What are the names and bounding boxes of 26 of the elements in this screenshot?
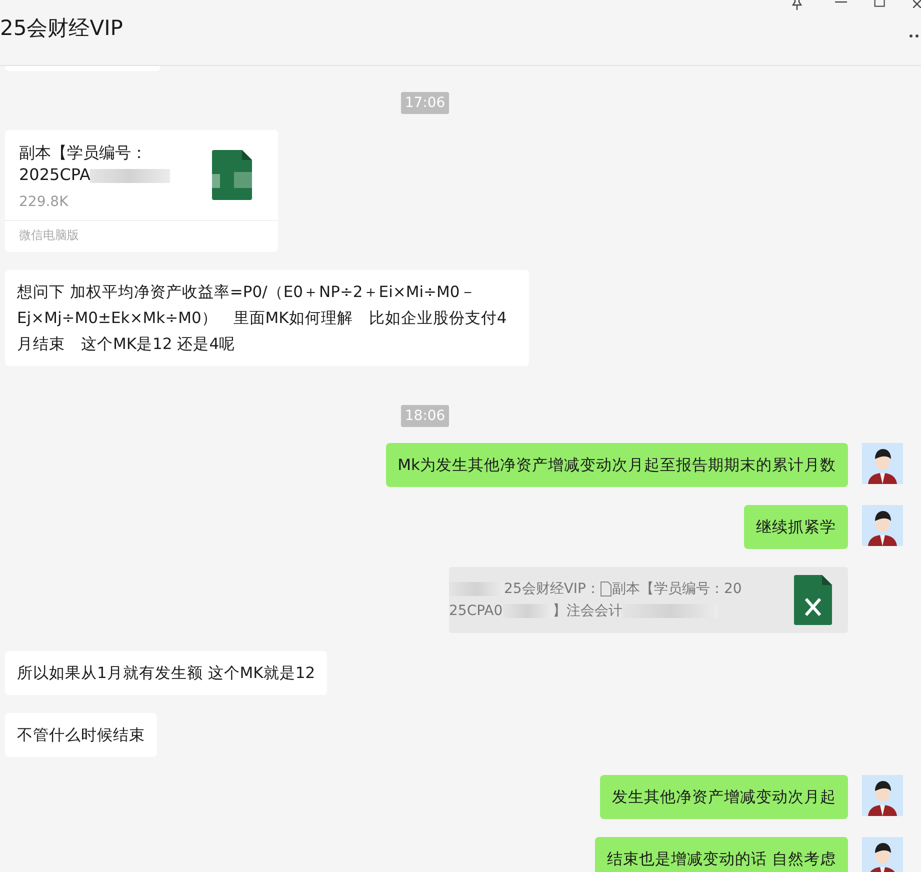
message-bubble: Mk为发生其他净资产增减变动次月起至报告期期末的累计月数	[386, 443, 848, 487]
message-bubble: 所以如果从1月就有发生额 这个MK就是12	[5, 651, 328, 695]
message-bubble: 继续抓紧学	[744, 505, 848, 549]
more-icon[interactable]	[909, 34, 919, 38]
timestamp: 17:06	[400, 92, 450, 114]
avatar-icon	[862, 775, 903, 816]
file-size: 229.8K	[19, 194, 70, 210]
message-bubble: 发生其他净资产增减变动次月起	[600, 775, 848, 819]
message-bubble: 想问下 加权平均净资产收益率=P0/（E0＋NP÷2＋Ei×Mi÷M0－Ej×Mj÷M0±Ek×Mk÷M0） 里面MK如何理解 比如企业股份支付4月结束 这个MK是12 还是4呢	[5, 270, 529, 366]
quoted-message[interactable]: 25会财经VIP： 副本【学员编号：20 25CPA0 】注会会计	[449, 567, 848, 633]
file-name: 副本【学员编号： 2025CPA	[19, 142, 170, 186]
file-card[interactable]: 副本【学员编号： 2025CPA 229.8K 微信电脑版	[5, 130, 278, 252]
close-icon[interactable]	[913, 0, 921, 8]
timestamp: 18:06	[400, 405, 450, 427]
spreadsheet-icon	[794, 575, 832, 625]
spreadsheet-icon	[212, 150, 252, 200]
message-bubble: 不管什么时候结束	[5, 713, 157, 757]
document-icon	[600, 581, 612, 598]
avatar-icon	[862, 443, 903, 484]
chat-title: 25会财经VIP	[0, 15, 123, 42]
file-source: 微信电脑版	[5, 220, 278, 252]
blurred-text	[449, 582, 504, 596]
avatar-icon	[862, 505, 903, 546]
pin-icon[interactable]	[790, 0, 804, 10]
message-bubble: 结束也是增减变动的话 自然考虑	[595, 837, 848, 872]
quote-text: 25会财经VIP： 副本【学员编号：20 25CPA0 】注会会计	[449, 580, 742, 621]
